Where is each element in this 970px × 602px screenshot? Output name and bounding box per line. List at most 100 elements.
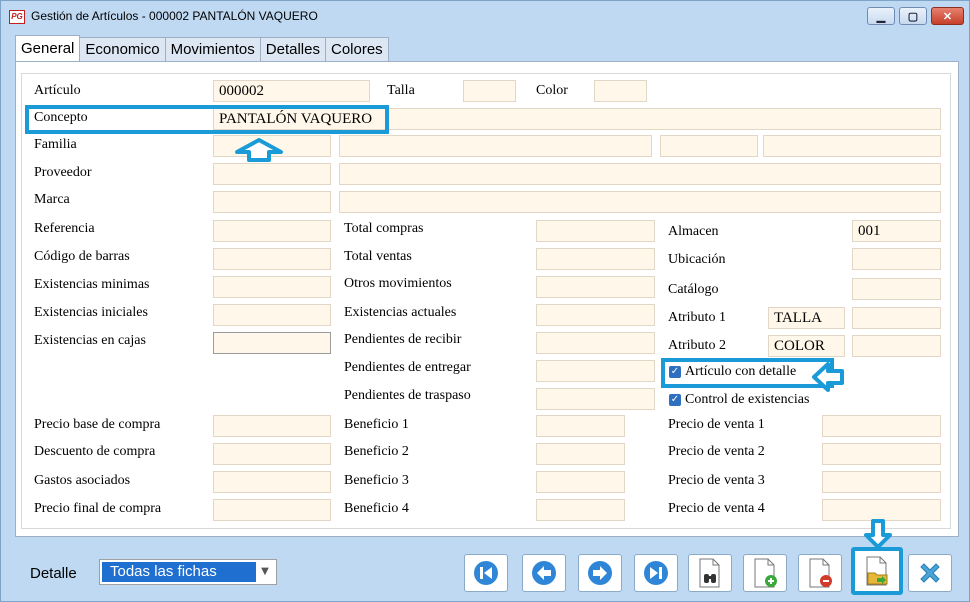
- proveedor-name-field[interactable]: [339, 163, 941, 185]
- application-window: PG Gestión de Artículos - 000002 PANTALÓ…: [0, 0, 970, 602]
- subfamilia-code-field[interactable]: [660, 135, 758, 157]
- detalle-label: Detalle: [30, 565, 77, 582]
- concepto-highlight-box: [25, 105, 389, 134]
- first-record-button[interactable]: [464, 554, 508, 592]
- color-label: Color: [536, 83, 568, 98]
- total-ventas-field[interactable]: [536, 248, 655, 270]
- atributo2-name-field[interactable]: COLOR: [768, 335, 845, 357]
- minimize-button[interactable]: ▁: [867, 7, 895, 25]
- pendientes-recibir-field[interactable]: [536, 332, 655, 354]
- new-record-button[interactable]: [743, 554, 787, 592]
- beneficio1-field[interactable]: [536, 415, 625, 437]
- precio-venta1-label: Precio de venta 1: [668, 417, 765, 432]
- ubicacion-field[interactable]: [852, 248, 941, 270]
- total-ventas-label: Total ventas: [344, 249, 412, 264]
- existencias-actuales-label: Existencias actuales: [344, 305, 457, 320]
- articulo-detalle-highlight-box: [661, 358, 834, 388]
- precio-venta3-field[interactable]: [822, 471, 941, 493]
- beneficio3-label: Beneficio 3: [344, 473, 409, 488]
- existencias-minimas-field[interactable]: [213, 276, 331, 298]
- talla-label: Talla: [387, 83, 415, 98]
- up-arrow-icon: [235, 138, 283, 162]
- existencias-actuales-field[interactable]: [536, 304, 655, 326]
- almacen-label: Almacen: [668, 224, 719, 239]
- pendientes-traspaso-field[interactable]: [536, 388, 655, 410]
- total-compras-label: Total compras: [344, 221, 424, 236]
- control-existencias-checkbox[interactable]: ✓ Control de existencias: [669, 392, 809, 408]
- precio-venta1-field[interactable]: [822, 415, 941, 437]
- marca-code-field[interactable]: [213, 191, 331, 213]
- previous-record-icon: [532, 561, 556, 585]
- title-bar: PG Gestión de Artículos - 000002 PANTALÓ…: [1, 1, 969, 33]
- talla-field[interactable]: [463, 80, 516, 102]
- familia-name-field[interactable]: [339, 135, 652, 157]
- catalogo-field[interactable]: [852, 278, 941, 300]
- proveedor-label: Proveedor: [34, 165, 92, 180]
- atributo1-name-field[interactable]: TALLA: [768, 307, 845, 329]
- almacen-field[interactable]: 001: [852, 220, 941, 242]
- search-button[interactable]: [688, 554, 732, 592]
- tab-detalles[interactable]: Detalles: [259, 37, 326, 61]
- existencias-iniciales-label: Existencias iniciales: [34, 305, 148, 320]
- last-record-button[interactable]: [634, 554, 678, 592]
- previous-record-button[interactable]: [522, 554, 566, 592]
- articulo-field[interactable]: 000002: [213, 80, 370, 102]
- existencias-iniciales-field[interactable]: [213, 304, 331, 326]
- codigo-barras-label: Código de barras: [34, 249, 130, 264]
- subfamilia-name-field[interactable]: [763, 135, 941, 157]
- otros-movimientos-label: Otros movimientos: [344, 276, 452, 291]
- pendientes-traspaso-label: Pendientes de traspaso: [344, 388, 471, 403]
- tab-colores[interactable]: Colores: [324, 37, 389, 61]
- precio-base-compra-label: Precio base de compra: [34, 417, 161, 432]
- gastos-asociados-field[interactable]: [213, 471, 331, 493]
- precio-venta2-label: Precio de venta 2: [668, 444, 765, 459]
- total-compras-field[interactable]: [536, 220, 655, 242]
- down-arrow-icon: [864, 519, 892, 549]
- maximize-button[interactable]: ▢: [899, 7, 927, 25]
- detalle-select[interactable]: Todas las fichas ▼: [99, 559, 277, 585]
- codigo-barras-field[interactable]: [213, 248, 331, 270]
- gastos-asociados-label: Gastos asociados: [34, 473, 131, 488]
- cancel-x-icon: [920, 563, 940, 583]
- precio-venta4-label: Precio de venta 4: [668, 501, 765, 516]
- articulo-label: Artículo: [34, 83, 81, 98]
- cancel-button[interactable]: [908, 554, 952, 592]
- proveedor-code-field[interactable]: [213, 163, 331, 185]
- precio-venta2-field[interactable]: [822, 443, 941, 465]
- marca-name-field[interactable]: [339, 191, 941, 213]
- close-window-button[interactable]: ✕: [931, 7, 964, 25]
- next-record-button[interactable]: [578, 554, 622, 592]
- familia-label: Familia: [34, 137, 77, 152]
- descuento-compra-label: Descuento de compra: [34, 444, 156, 459]
- pendientes-entregar-field[interactable]: [536, 360, 655, 382]
- beneficio4-field[interactable]: [536, 499, 625, 521]
- otros-movimientos-field[interactable]: [536, 276, 655, 298]
- pendientes-entregar-label: Pendientes de entregar: [344, 360, 471, 375]
- precio-final-compra-field[interactable]: [213, 499, 331, 521]
- pendientes-recibir-label: Pendientes de recibir: [344, 332, 462, 347]
- beneficio2-field[interactable]: [536, 443, 625, 465]
- atributo1-value-field[interactable]: [852, 307, 941, 329]
- tab-movimientos[interactable]: Movimientos: [164, 37, 261, 61]
- delete-record-button[interactable]: [798, 554, 842, 592]
- detalle-selected-value: Todas las fichas: [102, 562, 256, 582]
- tab-economico[interactable]: Economico: [79, 37, 166, 61]
- left-arrow-icon: [812, 362, 844, 392]
- open-folder-icon: [866, 556, 888, 586]
- chevron-down-icon: ▼: [261, 566, 269, 577]
- ubicacion-label: Ubicación: [668, 252, 726, 267]
- beneficio3-field[interactable]: [536, 471, 625, 493]
- binoculars-search-icon: [699, 558, 720, 588]
- existencias-cajas-field[interactable]: [213, 332, 331, 354]
- referencia-field[interactable]: [213, 220, 331, 242]
- open-record-button[interactable]: [851, 547, 903, 595]
- descuento-compra-field[interactable]: [213, 443, 331, 465]
- checkmark-icon: ✓: [669, 394, 681, 406]
- atributo2-value-field[interactable]: [852, 335, 941, 357]
- beneficio1-label: Beneficio 1: [344, 417, 409, 432]
- next-record-icon: [588, 561, 612, 585]
- color-field[interactable]: [594, 80, 647, 102]
- precio-base-compra-field[interactable]: [213, 415, 331, 437]
- tab-general[interactable]: General: [15, 35, 81, 61]
- new-document-icon: [754, 558, 777, 588]
